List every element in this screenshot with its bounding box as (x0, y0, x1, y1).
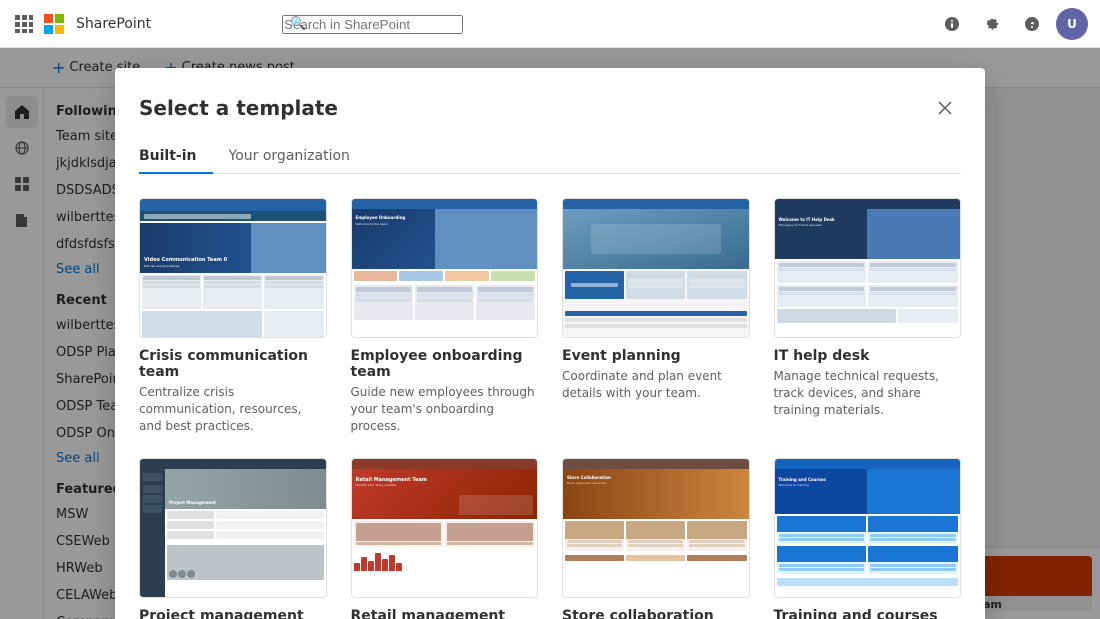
template-name-crisis: Crisis communication team (139, 348, 327, 380)
template-card-crisis[interactable]: Video Communication Team 0Policies and p… (139, 198, 327, 434)
template-desc-ithelp: Manage technical requests, track devices… (774, 368, 962, 418)
template-desc-event: Coordinate and plan event details with y… (562, 368, 750, 402)
template-thumb-retail: Retail Management Team Identify your sto… (351, 458, 539, 598)
template-thumb-event (562, 198, 750, 338)
feedback-icon[interactable] (936, 8, 968, 40)
template-name-project: Project management (139, 608, 327, 619)
waffle-icon[interactable] (12, 12, 36, 36)
template-thumb-crisis: Video Communication Team 0Policies and p… (139, 198, 327, 338)
template-name-store: Store collaboration (562, 608, 750, 619)
topbar-right: U (936, 8, 1088, 40)
template-modal: Select a template Built-in Your organiza… (115, 68, 985, 619)
modal-close-button[interactable] (929, 92, 961, 124)
search-icon: 🔍 (290, 16, 306, 31)
template-thumb-onboarding: Employee OnboardingWelcome to the team (351, 198, 539, 338)
template-grid: Video Communication Team 0Policies and p… (139, 198, 961, 619)
template-card-retail[interactable]: Retail Management Team Identify your sto… (351, 458, 539, 619)
template-thumb-training: Training and CoursesWelcome to training (774, 458, 962, 598)
template-thumb-store: Store Collaboration Store news and resou… (562, 458, 750, 598)
template-name-training: Training and courses (774, 608, 962, 619)
template-card-store[interactable]: Store Collaboration Store news and resou… (562, 458, 750, 619)
template-thumb-ithelp: Welcome to IT Help DeskManaging technica… (774, 198, 962, 338)
settings-icon[interactable] (976, 8, 1008, 40)
template-card-training[interactable]: Training and CoursesWelcome to training (774, 458, 962, 619)
template-card-project[interactable]: Project Management (139, 458, 327, 619)
search-input[interactable] (282, 15, 463, 34)
modal-overlay: Select a template Built-in Your organiza… (0, 48, 1100, 619)
template-thumb-project: Project Management (139, 458, 327, 598)
template-card-ithelp[interactable]: Welcome to IT Help DeskManaging technica… (774, 198, 962, 434)
template-card-onboarding[interactable]: Employee OnboardingWelcome to the team (351, 198, 539, 434)
template-name-event: Event planning (562, 348, 750, 364)
help-icon[interactable] (1016, 8, 1048, 40)
modal-title: Select a template (139, 96, 338, 120)
tab-builtin[interactable]: Built-in (139, 140, 213, 174)
microsoft-logo (44, 14, 64, 34)
template-name-retail: Retail management team (351, 608, 539, 619)
tab-org[interactable]: Your organization (213, 140, 366, 174)
user-avatar[interactable]: U (1056, 8, 1088, 40)
template-card-event[interactable]: Event planning Coordinate and plan event… (562, 198, 750, 434)
template-desc-onboarding: Guide new employees through your team's … (351, 384, 539, 434)
template-desc-crisis: Centralize crisis communication, resourc… (139, 384, 327, 434)
search-wrap: 🔍 (282, 14, 682, 34)
app-name: SharePoint (76, 16, 151, 32)
modal-header: Select a template (139, 92, 961, 124)
template-name-onboarding: Employee onboarding team (351, 348, 539, 380)
topbar: SharePoint 🔍 U (0, 0, 1100, 48)
modal-tabs: Built-in Your organization (139, 140, 961, 174)
template-name-ithelp: IT help desk (774, 348, 962, 364)
